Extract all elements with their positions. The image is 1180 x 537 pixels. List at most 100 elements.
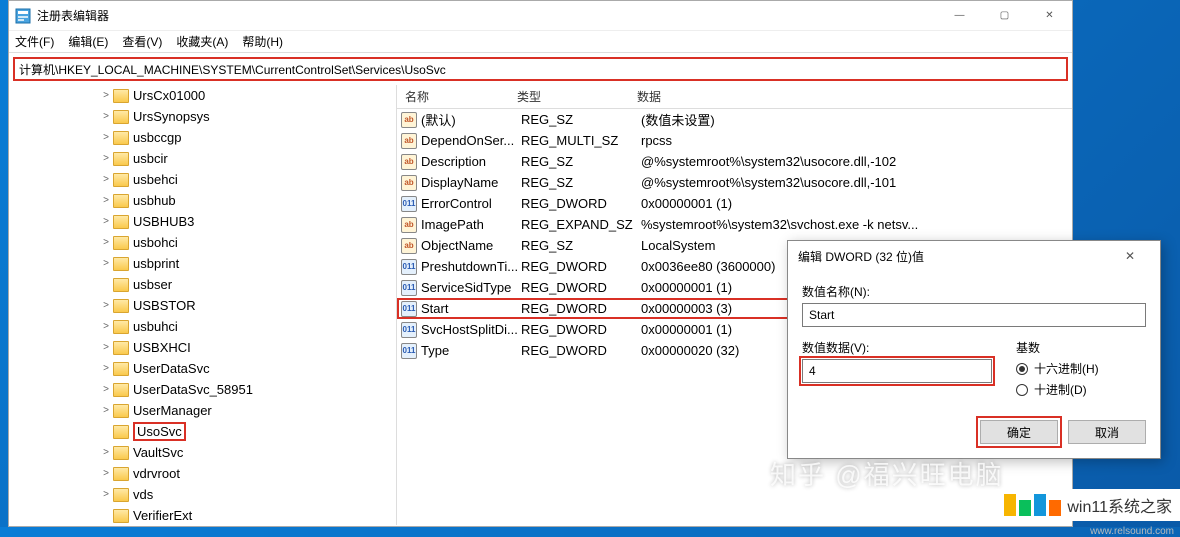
folder-icon — [113, 152, 129, 166]
row-name: DependOnSer... — [421, 133, 521, 148]
tree-item[interactable]: UsoSvc — [9, 421, 396, 442]
tree-label: VerifierExt — [133, 508, 192, 523]
expander-icon[interactable]: > — [99, 195, 113, 206]
tree-label: VaultSvc — [133, 445, 183, 460]
close-button[interactable]: ✕ — [1027, 1, 1072, 30]
menu-file[interactable]: 文件(F) — [15, 33, 54, 50]
radix-hex-radio[interactable]: 十六进制(H) — [1016, 360, 1146, 377]
list-row[interactable]: abDisplayNameREG_SZ@%systemroot%\system3… — [397, 172, 1072, 193]
expander-icon[interactable]: > — [99, 153, 113, 164]
row-type: REG_DWORD — [521, 280, 641, 295]
tree-item[interactable]: >UserManager — [9, 400, 396, 421]
value-data-field[interactable] — [802, 359, 992, 383]
folder-icon — [113, 110, 129, 124]
menu-help[interactable]: 帮助(H) — [242, 33, 283, 50]
tree-label: UserDataSvc — [133, 361, 210, 376]
menu-fav[interactable]: 收藏夹(A) — [176, 33, 228, 50]
tree-item[interactable]: >UserDataSvc_58951 — [9, 379, 396, 400]
dialog-close-button[interactable]: ✕ — [1110, 249, 1150, 263]
folder-icon — [113, 131, 129, 145]
dialog-titlebar[interactable]: 编辑 DWORD (32 位)值 ✕ — [788, 241, 1160, 271]
expander-icon[interactable]: > — [99, 384, 113, 395]
list-row[interactable]: ab(默认)REG_SZ(数值未设置) — [397, 109, 1072, 130]
tree-item[interactable]: >vds — [9, 484, 396, 505]
list-row[interactable]: abImagePathREG_EXPAND_SZ%systemroot%\sys… — [397, 214, 1072, 235]
row-type: REG_DWORD — [521, 301, 641, 316]
expander-icon[interactable]: > — [99, 468, 113, 479]
row-type: REG_SZ — [521, 154, 641, 169]
tree-item[interactable]: > usbprint — [9, 253, 396, 274]
folder-icon — [113, 299, 129, 313]
col-name[interactable]: 名称 — [397, 88, 517, 105]
folder-icon — [113, 320, 129, 334]
tree-item[interactable]: >UrsSynopsys — [9, 106, 396, 127]
tree-label: usbprint — [133, 256, 179, 271]
folder-icon — [113, 383, 129, 397]
tree-item[interactable]: > VaultSvc — [9, 442, 396, 463]
tree-view[interactable]: >UrsCx01000>UrsSynopsys>usbccgp>usbcir>u… — [9, 85, 397, 525]
radix-dec-radio[interactable]: 十进制(D) — [1016, 381, 1146, 398]
tree-item[interactable]: > UserDataSvc — [9, 358, 396, 379]
expander-icon[interactable]: > — [99, 174, 113, 185]
row-data: @%systemroot%\system32\usocore.dll,-101 — [641, 175, 1072, 190]
col-type[interactable]: 类型 — [517, 88, 637, 105]
folder-icon — [113, 215, 129, 229]
row-name: Start — [421, 301, 521, 316]
tree-item[interactable]: > usbohci — [9, 232, 396, 253]
tree-item[interactable]: usbser — [9, 274, 396, 295]
edit-dword-dialog: 编辑 DWORD (32 位)值 ✕ 数值名称(N): 数值数据(V): 基数 … — [787, 240, 1161, 459]
tree-item[interactable]: >USBSTOR — [9, 295, 396, 316]
tree-item[interactable]: > UrsCx01000 — [9, 85, 396, 106]
string-value-icon: ab — [401, 112, 417, 128]
expander-icon[interactable]: > — [99, 342, 113, 353]
row-type: REG_SZ — [521, 238, 641, 253]
tree-item[interactable]: >usbehci — [9, 169, 396, 190]
expander-icon[interactable]: > — [99, 405, 113, 416]
tree-item[interactable]: VerifierExt — [9, 505, 396, 525]
folder-icon — [113, 467, 129, 481]
expander-icon[interactable]: > — [99, 321, 113, 332]
tree-item[interactable]: >usbhub — [9, 190, 396, 211]
tree-label: usbuhci — [133, 319, 178, 334]
folder-icon — [113, 89, 129, 103]
expander-icon[interactable]: > — [99, 111, 113, 122]
watermark-text: 知乎 @福兴旺电脑 — [770, 455, 1004, 492]
tree-label: UrsCx01000 — [133, 88, 205, 103]
address-bar[interactable]: 计算机\HKEY_LOCAL_MACHINE\SYSTEM\CurrentCon… — [13, 57, 1068, 81]
row-name: ObjectName — [421, 238, 521, 253]
expander-icon[interactable]: > — [99, 132, 113, 143]
row-name: ServiceSidType — [421, 280, 521, 295]
list-row[interactable]: abDescriptionREG_SZ@%systemroot%\system3… — [397, 151, 1072, 172]
tree-label: usbohci — [133, 235, 178, 250]
binary-value-icon: 011 — [401, 196, 417, 212]
menu-edit[interactable]: 编辑(E) — [68, 33, 108, 50]
col-data[interactable]: 数据 — [637, 88, 1072, 105]
list-row[interactable]: abDependOnSer...REG_MULTI_SZrpcss — [397, 130, 1072, 151]
expander-icon[interactable]: > — [99, 258, 113, 269]
menu-view[interactable]: 查看(V) — [122, 33, 162, 50]
folder-icon — [113, 236, 129, 250]
list-row[interactable]: 011ErrorControlREG_DWORD0x00000001 (1) — [397, 193, 1072, 214]
expander-icon[interactable]: > — [99, 90, 113, 101]
tree-item[interactable]: >usbcir — [9, 148, 396, 169]
expander-icon[interactable]: > — [99, 447, 113, 458]
tree-item[interactable]: >vdrvroot — [9, 463, 396, 484]
maximize-button[interactable]: ▢ — [982, 1, 1027, 30]
string-value-icon: ab — [401, 133, 417, 149]
titlebar[interactable]: 注册表编辑器 — ▢ ✕ — [9, 1, 1072, 31]
expander-icon[interactable]: > — [99, 489, 113, 500]
tree-item[interactable]: >usbccgp — [9, 127, 396, 148]
folder-icon — [113, 509, 129, 523]
expander-icon[interactable]: > — [99, 216, 113, 227]
expander-icon[interactable]: > — [99, 300, 113, 311]
tree-item[interactable]: > usbuhci — [9, 316, 396, 337]
tree-item[interactable]: >USBXHCI — [9, 337, 396, 358]
expander-icon[interactable]: > — [99, 363, 113, 374]
value-name-field[interactable] — [802, 303, 1146, 327]
expander-icon[interactable]: > — [99, 237, 113, 248]
ok-button[interactable]: 确定 — [980, 420, 1058, 444]
tree-item[interactable]: >USBHUB3 — [9, 211, 396, 232]
minimize-button[interactable]: — — [937, 1, 982, 30]
folder-icon — [113, 425, 129, 439]
cancel-button[interactable]: 取消 — [1068, 420, 1146, 444]
